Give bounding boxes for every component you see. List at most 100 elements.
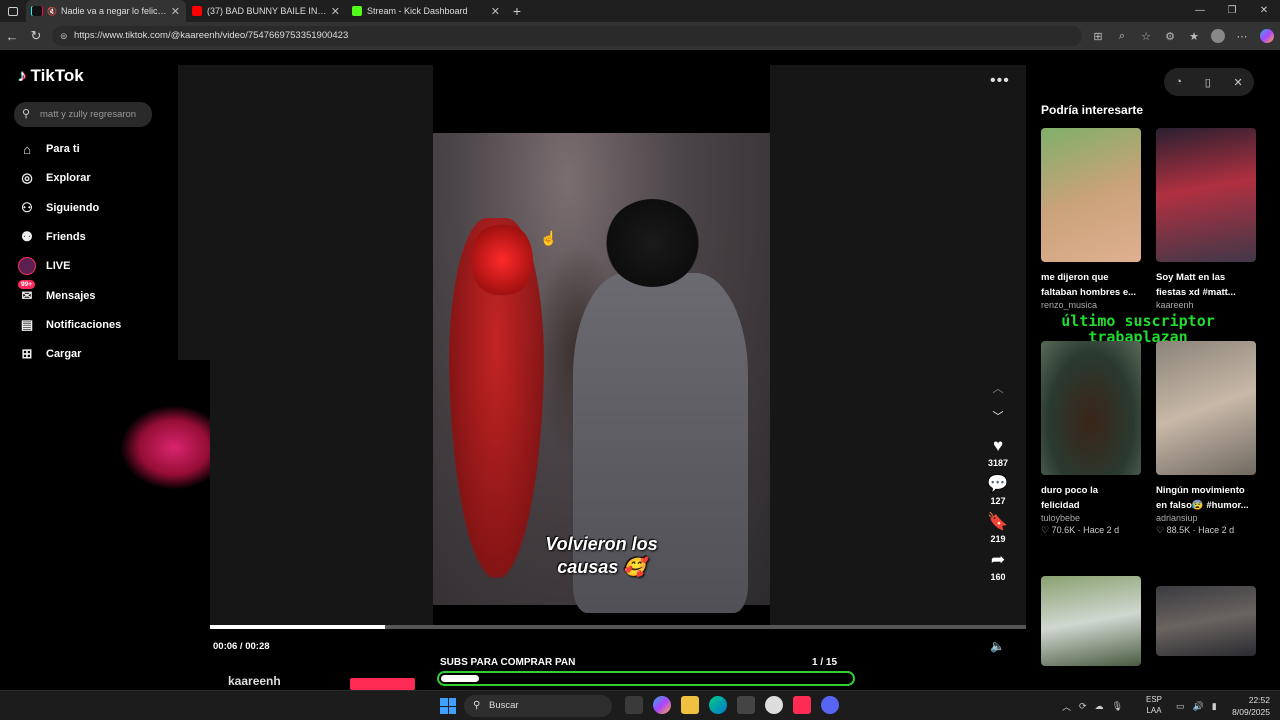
sidebar-item-siguiendo[interactable]: ⚇ Siguiendo <box>18 198 99 218</box>
speaker-icon[interactable]: 🔊 <box>1193 701 1204 712</box>
close-tab-icon[interactable]: ✕ <box>491 5 500 18</box>
next-video-icon[interactable]: ﹀ <box>978 408 1018 424</box>
sidebar-item-mensajes[interactable]: ✉ 99+ Mensajes <box>18 280 96 306</box>
save-button[interactable]: 🔖 219 <box>978 512 1018 544</box>
card-title-line: Ningún movimiento <box>1156 485 1245 496</box>
new-tab-button[interactable]: + <box>506 3 528 19</box>
card-author[interactable]: adriansiup <box>1156 513 1256 523</box>
tray-chevron-icon[interactable]: ︿ <box>1062 700 1071 713</box>
sync-icon[interactable]: ⟳ <box>1079 701 1087 712</box>
discord-icon[interactable] <box>821 696 839 714</box>
recommended-title: Podría interesarte <box>1041 103 1144 117</box>
heart-icon: ♥ <box>992 436 1004 455</box>
tiktok-logo[interactable]: ♪ TikTok <box>18 66 84 86</box>
more-options-icon[interactable]: ••• <box>990 72 1010 90</box>
sidebar-item-friends[interactable]: ⚉ Friends <box>18 227 86 247</box>
compass-icon: ◎ <box>21 170 33 185</box>
copilot-icon[interactable] <box>1260 29 1274 43</box>
extensions-icon[interactable]: ⚙ <box>1158 30 1182 43</box>
recommended-card[interactable] <box>1041 576 1141 666</box>
start-button[interactable] <box>440 698 456 714</box>
sub-goal-count: 1 / 15 <box>812 657 837 668</box>
search-icon: ⚲ <box>22 108 31 120</box>
copilot-app-icon[interactable] <box>653 696 671 714</box>
zoom-icon[interactable]: ⌕ <box>1110 30 1134 43</box>
search-input[interactable]: ⚲ matt y zully regresaron <box>14 102 152 127</box>
language-indicator[interactable]: ESP LAA <box>1146 694 1162 716</box>
tiktok-icon <box>32 6 42 16</box>
tab-tiktok[interactable]: 🔇 Nadie va a negar lo felices q ✕ <box>26 0 186 22</box>
close-icon[interactable]: ✕ <box>1233 76 1242 89</box>
video-thumbnail <box>1156 128 1256 262</box>
mute-icon[interactable]: 🔇 <box>47 7 57 16</box>
tiktok-page: ♪ TikTok ⚲ matt y zully regresaron ⌂ Par… <box>0 50 1280 690</box>
comment-button[interactable]: 💬 127 <box>978 474 1018 506</box>
previous-video-icon[interactable]: ︿ <box>978 380 1018 396</box>
recommended-card[interactable]: Soy Matt en las fiestas xd #matt... kaar… <box>1156 128 1256 310</box>
youtube-icon <box>192 6 202 16</box>
taskbar-search[interactable]: ⚲ Buscar <box>464 695 612 717</box>
sidebar-item-live[interactable]: LIVE <box>18 256 70 276</box>
video-thumbnail <box>1156 586 1256 656</box>
video-progress-fill <box>210 625 385 629</box>
card-author[interactable]: renzo_musica <box>1041 300 1141 310</box>
home-icon: ⌂ <box>23 141 31 157</box>
close-tab-icon[interactable]: ✕ <box>331 5 340 18</box>
menu-icon[interactable]: ⋯ <box>1230 30 1254 43</box>
microphone-icon[interactable]: 🎙 <box>1112 701 1123 712</box>
battery-icon[interactable]: ▮ <box>1212 701 1217 712</box>
video-progress-bar[interactable] <box>210 625 1026 629</box>
back-button[interactable]: ← <box>0 29 24 44</box>
device-icon[interactable]: ▯ <box>1205 76 1211 89</box>
sidebar-item-label: Para ti <box>46 143 80 155</box>
edge-icon[interactable] <box>709 696 727 714</box>
profile-avatar[interactable] <box>1211 29 1225 43</box>
video-thumbnail <box>1041 576 1141 666</box>
reader-icon[interactable]: ⊞ <box>1086 30 1110 43</box>
minimize-button[interactable]: — <box>1184 0 1216 22</box>
tiktok-app-icon[interactable] <box>793 696 811 714</box>
tab-actions-icon <box>8 6 18 16</box>
sidebar-item-para-ti[interactable]: ⌂ Para ti <box>18 139 80 159</box>
tab-title: Stream - Kick Dashboard <box>367 6 468 16</box>
favorite-star-icon[interactable]: ☆ <box>1134 30 1158 43</box>
favorites-icon[interactable]: ★ <box>1182 30 1206 43</box>
store-icon[interactable] <box>737 696 755 714</box>
recommended-card[interactable]: Ningún movimiento en falso😰 #humor... ad… <box>1156 341 1256 536</box>
address-bar[interactable]: ⊜ https://www.tiktok.com/@kaareenh/video… <box>52 26 1082 46</box>
messages-badge: 99+ <box>18 280 36 289</box>
card-author[interactable]: tuloybebe <box>1041 513 1141 523</box>
clock[interactable]: 22:52 8/09/2025 <box>1226 694 1270 718</box>
video-author[interactable]: kaareenh <box>210 674 281 688</box>
close-window-button[interactable]: ✕ <box>1248 0 1280 22</box>
video-caption: Volvieron los causas 🥰 <box>433 533 770 580</box>
follow-button[interactable] <box>350 678 415 690</box>
cloud-icon[interactable]: ☁ <box>1095 701 1104 712</box>
tab-actions-button[interactable] <box>0 0 26 22</box>
recommended-card[interactable]: duro poco la felicidad tuloybebe ♡ 70.6K… <box>1041 341 1141 536</box>
screen: 🔇 Nadie va a negar lo felices q ✕ (37) B… <box>0 0 1280 720</box>
maximize-button[interactable]: ❐ <box>1216 0 1248 22</box>
card-title-line: fiestas xd #matt... <box>1156 287 1236 299</box>
file-explorer-icon[interactable] <box>681 696 699 714</box>
site-info-icon[interactable]: ⊜ <box>60 26 68 46</box>
tab-title: Nadie va a negar lo felices q <box>60 6 167 16</box>
recommended-card[interactable]: me dijeron que faltaban hombres e... ren… <box>1041 128 1141 310</box>
recommended-card[interactable] <box>1156 586 1256 656</box>
close-tab-icon[interactable]: ✕ <box>171 5 180 18</box>
speed-icon[interactable]: ◔ <box>1175 76 1182 88</box>
task-view-icon[interactable] <box>625 696 643 714</box>
volume-icon[interactable]: 🔈 <box>990 639 1005 653</box>
tab-youtube[interactable]: (37) BAD BUNNY BAILE INoLVIDA ✕ <box>186 0 346 22</box>
tab-kick[interactable]: Stream - Kick Dashboard ✕ <box>346 0 506 22</box>
sidebar-item-notificaciones[interactable]: ▤ Notificaciones <box>18 315 121 335</box>
video-player[interactable]: Volvieron los causas 🥰 <box>433 65 770 625</box>
refresh-button[interactable]: ↻ <box>24 28 48 44</box>
share-button[interactable]: ➦ 160 <box>978 550 1018 582</box>
network-icon[interactable]: ▭ <box>1176 701 1185 712</box>
sidebar-item-cargar[interactable]: ⊞ Cargar <box>18 344 82 364</box>
card-author[interactable]: kaareenh <box>1156 300 1256 310</box>
sidebar-item-explorar[interactable]: ◎ Explorar <box>18 168 90 188</box>
chrome-icon[interactable] <box>765 696 783 714</box>
like-button[interactable]: ♥ 3187 <box>978 436 1018 468</box>
